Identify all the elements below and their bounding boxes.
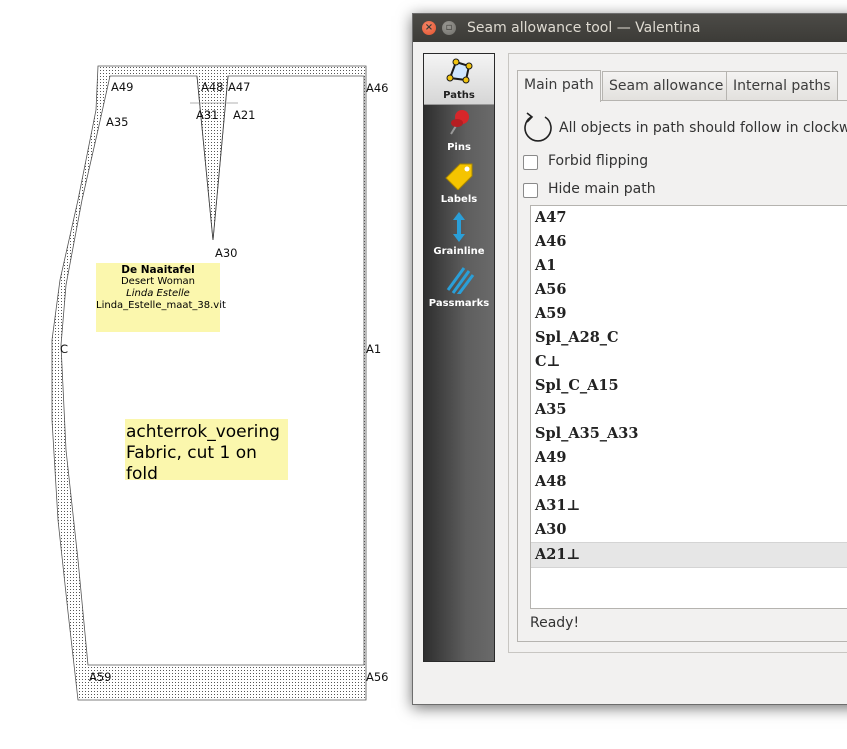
direction-hint: All objects in path should follow in clo… [559, 120, 847, 136]
tab-seam-allowance[interactable]: Seam allowance [602, 71, 731, 101]
point-label[interactable]: A21 [233, 108, 256, 122]
list-item[interactable]: Spl_A35_A33 [531, 422, 847, 446]
sidebar-item-grainline[interactable]: Grainline [424, 210, 494, 260]
point-label[interactable]: C [60, 342, 68, 356]
clockwise-arrow-icon [524, 112, 552, 142]
close-window-button[interactable]: × [422, 21, 436, 35]
point-label[interactable]: A31 [196, 108, 219, 122]
list-item[interactable]: A47 [531, 206, 847, 230]
checkbox-box[interactable] [523, 155, 538, 170]
point-label[interactable]: A56 [366, 670, 389, 684]
list-item[interactable]: A49 [531, 446, 847, 470]
list-item[interactable]: Spl_C_A15 [531, 374, 847, 398]
checkbox-box[interactable] [523, 183, 538, 198]
point-label[interactable]: A35 [106, 115, 129, 129]
tab-main-path[interactable]: Main path [517, 70, 601, 102]
point-label[interactable]: A46 [366, 81, 389, 95]
sidebar-item-pins[interactable]: Pins [424, 106, 494, 156]
checkbox-label: Forbid flipping [548, 153, 649, 169]
grainline-icon [453, 212, 465, 242]
sidebar-item-labels[interactable]: Labels [424, 158, 494, 208]
piece-info-label[interactable]: achterrok_voering Fabric, cut 1 on fold [125, 419, 288, 484]
point-label[interactable]: A47 [228, 80, 251, 94]
seam-allowance-dialog: × ▫ Seam allowance tool — Valentina Path… [412, 13, 847, 705]
pattern-piece-drawing: A49 A48 A47 A46 A35 A31 A21 A30 C A1 A59… [51, 65, 389, 701]
sidebar-label: Grainline [433, 246, 485, 257]
sidebar-label: Pins [447, 142, 471, 153]
pattern-file: Linda_Estelle_maat_38.vit [96, 300, 226, 311]
list-item[interactable]: A59 [531, 302, 847, 326]
list-item[interactable]: Spl_A28_C [531, 326, 847, 350]
label-tag-icon [445, 163, 473, 190]
point-label[interactable]: A59 [89, 670, 112, 684]
window-title: Seam allowance tool — Valentina [467, 20, 701, 36]
main-panel: Main path Seam allowance Internal paths … [508, 53, 847, 653]
piece-cut-info: Fabric, cut 1 on fold [126, 443, 257, 484]
pattern-name: De Naaitafel [121, 264, 195, 276]
sidebar-item-passmarks[interactable]: Passmarks [424, 262, 494, 312]
minimize-window-button[interactable]: ▫ [442, 21, 456, 35]
title-bar[interactable]: × ▫ Seam allowance tool — Valentina [413, 14, 847, 42]
sidebar-label: Passmarks [428, 298, 490, 309]
point-label[interactable]: A1 [366, 342, 381, 356]
status-text: Ready! [530, 615, 580, 631]
point-label[interactable]: A30 [215, 246, 238, 260]
piece-name: achterrok_voering [126, 422, 280, 442]
sidebar-label: Paths [443, 90, 475, 101]
list-item[interactable]: A48 [531, 470, 847, 494]
sidebar-item-paths[interactable]: Paths [424, 54, 494, 105]
list-item[interactable]: A46 [531, 230, 847, 254]
point-label[interactable]: A49 [111, 80, 134, 94]
main-path-list[interactable]: A47 A46 A1 A56 A59 Spl_A28_C C⊥ Spl_C_A1… [530, 205, 847, 609]
list-item[interactable]: A1 [531, 254, 847, 278]
checkbox-label: Hide main path [548, 181, 656, 197]
pattern-customer: Desert Woman [120, 276, 196, 287]
list-item[interactable]: A31⊥ [531, 494, 847, 518]
list-item[interactable]: A30 [531, 518, 847, 542]
tool-sidebar: Paths Pins Labels Grainline Passmarks [423, 53, 495, 662]
list-item-selected[interactable]: A21⊥ [531, 542, 847, 568]
list-item[interactable]: A35 [531, 398, 847, 422]
close-icon: × [424, 22, 434, 33]
list-item[interactable]: A56 [531, 278, 847, 302]
passmarks-icon [446, 267, 475, 294]
point-label[interactable]: A48 [201, 80, 224, 94]
pattern-author: Linda Estelle [126, 288, 190, 299]
list-item[interactable]: C⊥ [531, 350, 847, 374]
paths-icon [446, 58, 473, 84]
pin-icon [450, 110, 469, 135]
pattern-canvas[interactable]: A49 A48 A47 A46 A35 A31 A21 A30 C A1 A59… [0, 0, 420, 745]
tab-internal-paths[interactable]: Internal paths [726, 71, 838, 101]
pattern-info-label[interactable]: De Naaitafel Desert Woman Linda Estelle … [96, 263, 226, 332]
sidebar-label: Labels [440, 194, 478, 205]
minimize-icon: ▫ [445, 22, 453, 33]
